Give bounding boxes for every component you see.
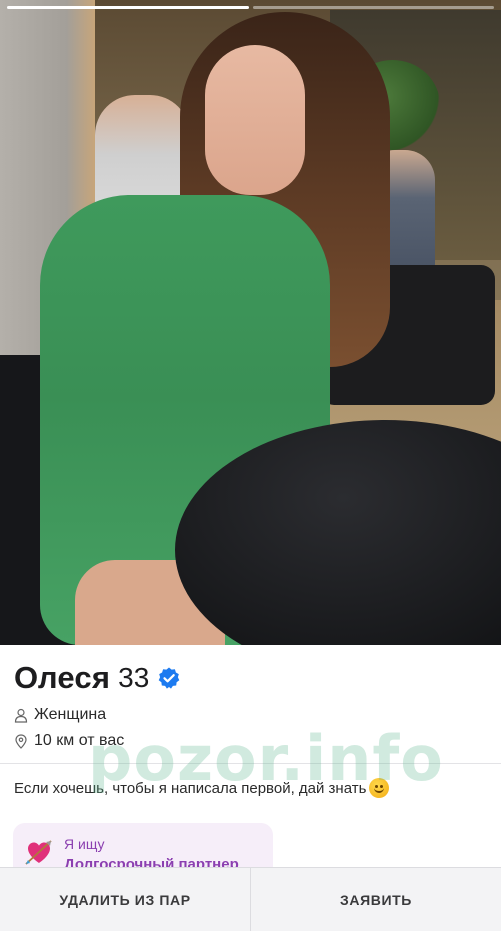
profile-photo[interactable]	[0, 0, 501, 645]
story-progress-segment[interactable]	[252, 6, 494, 9]
looking-for-label: Я ищу	[64, 836, 105, 852]
location-pin-icon	[15, 733, 27, 749]
report-button[interactable]: ЗАЯВИТЬ	[250, 868, 501, 931]
name-row: Олеся 33	[14, 660, 181, 696]
action-bar: УДАЛИТЬ ИЗ ПАР ЗАЯВИТЬ	[0, 867, 501, 931]
photo-subject-face	[205, 45, 305, 195]
heart-arrow-icon	[25, 840, 52, 865]
bio-text: Если хочешь, чтобы я написала первой, да…	[14, 779, 367, 797]
story-progress	[7, 6, 494, 9]
profile-name: Олеся	[14, 660, 111, 695]
divider	[0, 763, 501, 764]
profile-age: 33	[118, 662, 150, 693]
distance-text: 10 км от вас	[34, 732, 125, 749]
gender-row: Женщина	[14, 706, 106, 724]
profile-bio: Если хочешь, чтобы я написала первой, да…	[14, 778, 390, 798]
unmatch-button[interactable]: УДАЛИТЬ ИЗ ПАР	[0, 868, 250, 931]
verified-badge-icon	[157, 666, 181, 690]
story-progress-segment[interactable]	[7, 6, 249, 9]
person-icon	[14, 708, 28, 723]
distance-row: 10 км от вас	[14, 732, 124, 750]
gender-text: Женщина	[34, 706, 107, 723]
smiling-face-emoji-icon	[369, 778, 390, 798]
